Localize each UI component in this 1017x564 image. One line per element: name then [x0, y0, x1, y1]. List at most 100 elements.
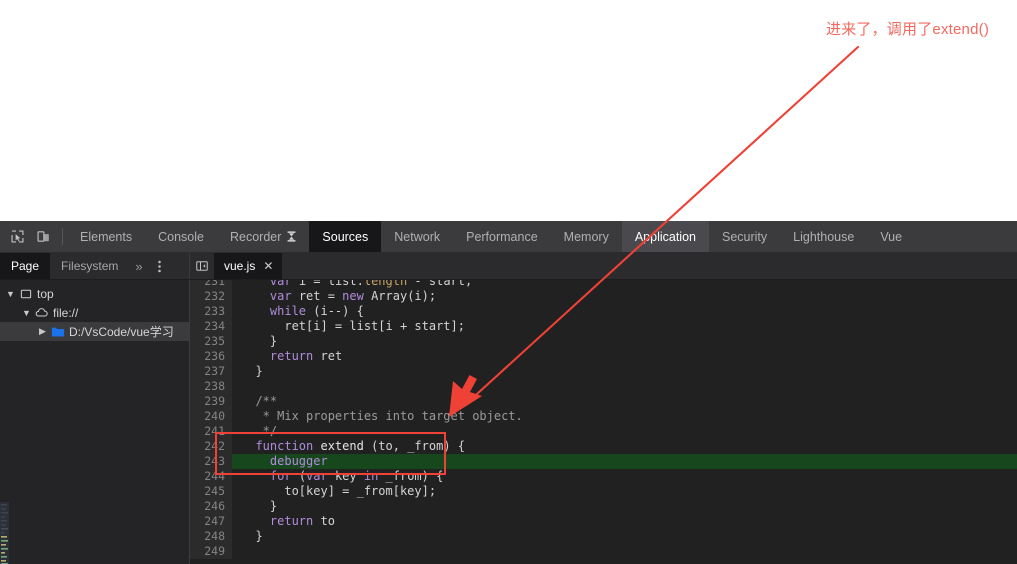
line-number[interactable]: 247: [190, 514, 232, 529]
code-line: 236 return ret: [190, 349, 1017, 364]
code-line: 234 ret[i] = list[i + start];: [190, 319, 1017, 334]
line-number[interactable]: 249: [190, 544, 232, 559]
nav-tab-filesystem-label: Filesystem: [61, 259, 119, 273]
code-token: }: [241, 499, 278, 513]
code-text: function extend (to, _from) {: [232, 439, 1017, 454]
more-tabs-icon[interactable]: »: [129, 253, 148, 279]
code-line: 242 function extend (to, _from) {: [190, 439, 1017, 454]
code-line: 238: [190, 379, 1017, 394]
line-number[interactable]: 232: [190, 289, 232, 304]
code-token: ret: [313, 349, 343, 363]
file-tree: ▼ top ▼ file:// ▶ D:/VsCode/vue学习: [0, 284, 189, 341]
code-line: 249: [190, 544, 1017, 559]
device-toolbar-icon[interactable]: [34, 228, 52, 246]
line-number[interactable]: 236: [190, 349, 232, 364]
devtools-body: ▼ top ▼ file://▶ D:/VsCode/vue学习 231 var…: [0, 280, 1017, 564]
line-number[interactable]: 242: [190, 439, 232, 454]
line-number[interactable]: 245: [190, 484, 232, 499]
tab-security[interactable]: Security: [709, 221, 780, 252]
tab-elements[interactable]: Elements: [67, 221, 145, 252]
chevron-right-icon[interactable]: ▶: [36, 326, 49, 337]
nav-tab-filesystem[interactable]: Filesystem: [50, 253, 129, 279]
editor-tab-vue-js[interactable]: vue.js ✕: [214, 253, 283, 279]
code-token: (to, _from) {: [363, 439, 465, 453]
chevron-down-icon[interactable]: ▼: [4, 289, 17, 299]
code-token: ret[i] = list[i + start];: [241, 319, 465, 333]
code-token: */: [241, 424, 278, 438]
code-line: 245 to[key] = _from[key];: [190, 484, 1017, 499]
code-token: _from) {: [378, 469, 444, 483]
line-number[interactable]: 233: [190, 304, 232, 319]
navigator-panel: ▼ top ▼ file:// ▶ D:/VsCode/vue学习: [0, 280, 190, 564]
code-text: /**: [232, 394, 1017, 409]
file-tree-item[interactable]: ▼ top: [0, 284, 189, 303]
tab-label: Performance: [466, 229, 538, 244]
nav-tab-page[interactable]: Page: [0, 253, 51, 279]
code-token: length: [363, 280, 408, 288]
code-token: var: [306, 469, 328, 483]
file-tree-item[interactable]: ▼ file://: [0, 303, 189, 322]
code-text: */: [232, 424, 1017, 439]
tab-application[interactable]: Application: [621, 221, 709, 252]
code-token: var: [269, 289, 292, 303]
file-tree-item-label: top: [37, 286, 54, 301]
code-line: 248 }: [190, 529, 1017, 544]
code-text: for (var key in _from) {: [232, 469, 1017, 484]
line-number[interactable]: 240: [190, 409, 232, 424]
folder-icon: [49, 326, 66, 338]
code-token: ret =: [291, 289, 343, 303]
code-token: * Mix properties into target object.: [241, 409, 523, 423]
tab-vue[interactable]: Vue: [867, 221, 915, 252]
tab-label: Lighthouse: [793, 229, 855, 244]
cloud-icon: [33, 307, 50, 319]
tab-sources[interactable]: Sources: [309, 221, 382, 252]
line-number[interactable]: 235: [190, 334, 232, 349]
close-icon[interactable]: ✕: [263, 260, 273, 272]
tab-memory[interactable]: Memory: [551, 221, 622, 252]
line-number[interactable]: 244: [190, 469, 232, 484]
tab-label: Memory: [563, 229, 609, 244]
code-text: var i = list.length - start;: [232, 280, 1017, 289]
chevron-down-icon[interactable]: ▼: [20, 308, 33, 318]
code-token: }: [241, 364, 263, 378]
line-number[interactable]: 234: [190, 319, 232, 334]
code-line: 237 }: [190, 364, 1017, 379]
tab-console[interactable]: Console: [145, 221, 217, 252]
code-text: to[key] = _from[key];: [232, 484, 1017, 499]
code-token: in: [363, 469, 379, 483]
line-number[interactable]: 238: [190, 379, 232, 394]
line-number[interactable]: 237: [190, 364, 232, 379]
code-token: while: [269, 304, 307, 318]
code-text: return ret: [232, 349, 1017, 364]
toggle-navigator-icon[interactable]: [190, 253, 214, 279]
code-text: }: [232, 529, 1017, 544]
line-number[interactable]: 246: [190, 499, 232, 514]
tab-label: Sources: [322, 229, 369, 244]
line-number[interactable]: 241: [190, 424, 232, 439]
inspect-element-icon[interactable]: [8, 228, 26, 246]
navigator-tabs: Page Filesystem »: [0, 253, 190, 279]
source-code-editor[interactable]: 231 var i = list.length - start; 232 var …: [190, 280, 1017, 564]
code-text: while (i--) {: [232, 304, 1017, 319]
line-number[interactable]: 239: [190, 394, 232, 409]
line-number[interactable]: 243: [190, 454, 232, 469]
tab-lighthouse[interactable]: Lighthouse: [780, 221, 867, 252]
code-token: return: [269, 514, 314, 528]
devtools-window: Elements Console Recorder Sources Network Per…: [0, 221, 1017, 564]
code-line: 231 var i = list.length - start;: [190, 280, 1017, 289]
line-number[interactable]: 248: [190, 529, 232, 544]
file-tree-item[interactable]: ▶ D:/VsCode/vue学习: [0, 322, 189, 341]
tab-network[interactable]: Network: [381, 221, 453, 252]
tab-recorder[interactable]: Recorder: [217, 221, 309, 252]
editor-tabstrip: vue.js ✕: [190, 253, 1017, 279]
code-token: debugger: [269, 454, 328, 468]
navigator-menu-icon[interactable]: [149, 253, 171, 279]
line-number[interactable]: 231: [190, 280, 232, 289]
tab-performance[interactable]: Performance: [453, 221, 551, 252]
code-token: new: [342, 289, 364, 303]
